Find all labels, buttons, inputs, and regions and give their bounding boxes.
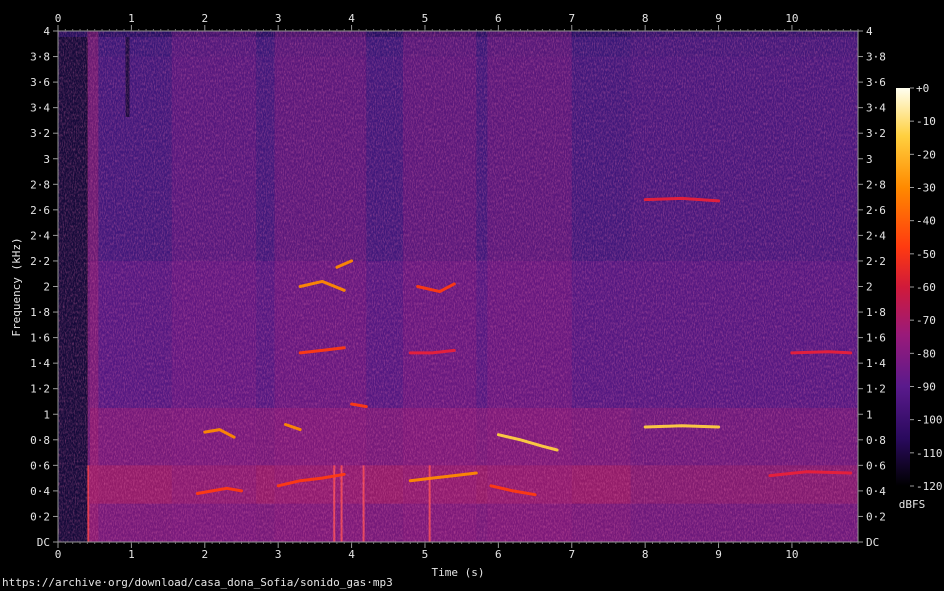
y-tick-label-right: 1·2 xyxy=(866,383,886,396)
x-tick-label-bottom: 5 xyxy=(422,548,429,561)
y-tick-label-left: 1 xyxy=(43,408,50,421)
y-tick-label-right: 0·8 xyxy=(866,434,886,447)
colorbar-tick-label: -60 xyxy=(916,281,936,294)
y-tick-label-left: DC xyxy=(37,536,50,549)
y-tick-label-left: 0·8 xyxy=(30,434,50,447)
y-tick-label-right: 1·4 xyxy=(866,357,886,370)
y-tick-label-right: 3·8 xyxy=(866,51,886,64)
colorbar-tick-label: -40 xyxy=(916,215,936,228)
x-tick-label-top: 10 xyxy=(785,12,798,25)
x-tick-label-bottom: 9 xyxy=(715,548,722,561)
x-axis-top: 0 1 2 3 4 5 6 7 8 9 10 xyxy=(55,12,859,31)
harmonic-trace xyxy=(790,350,853,355)
x-tick-label-top: 0 xyxy=(55,12,62,25)
x-tick-label-top: 2 xyxy=(201,12,208,25)
x-tick-label-bottom: 2 xyxy=(201,548,208,561)
y-tick-label-right: 2·2 xyxy=(866,255,886,268)
y-tick-label-left: 2·4 xyxy=(30,229,50,242)
y-tick-label-right: 1·6 xyxy=(866,332,886,345)
y-tick-label-left: 0·6 xyxy=(30,459,50,472)
x-axis-label: Time (s) xyxy=(432,566,485,579)
colorbar-tick-label: -80 xyxy=(916,347,936,360)
x-tick-label-bottom: 10 xyxy=(785,548,798,561)
y-tick-label-right: 0·2 xyxy=(866,510,886,523)
y-tick-label-left: 0·2 xyxy=(30,510,50,523)
x-tick-label-top: 4 xyxy=(348,12,355,25)
y-axis-left: DC 0·2 0·4 0·6 0·8 1 1·2 1·4 1·6 1·8 2 2·2 2·4 2·6 2·8… xyxy=(30,25,58,549)
colorbar-tick-label: -70 xyxy=(916,314,936,327)
colorbar-tick-label: -120 xyxy=(916,480,943,493)
spectrogram-chart: 0 1 2 3 4 5 6 7 8 9 10 0 1 2 3 4 5 6 7 8 9 10 DC 0·2 0·4 0·6 0·8… xyxy=(10,12,943,579)
y-tick-label-right: DC xyxy=(866,536,879,549)
y-tick-label-left: 1·2 xyxy=(30,383,50,396)
x-tick-label-bottom: 3 xyxy=(275,548,282,561)
source-url: https://archive·org/download/casa_dona_S… xyxy=(2,576,393,589)
harmonic-trace xyxy=(643,424,721,429)
colorbar-tick-label: -100 xyxy=(916,414,943,427)
x-tick-label-bottom: 4 xyxy=(348,548,355,561)
y-axis-label: Frequency (kHz) xyxy=(10,237,23,336)
y-tick-label-left: 1·4 xyxy=(30,357,50,370)
y-tick-label-left: 3·8 xyxy=(30,51,50,64)
y-axis-right: DC 0·2 0·4 0·6 0·8 1 1·2 1·4 1·6 1·8 2 2·2 2·4 2·6 2·8… xyxy=(858,25,886,549)
x-tick-label-bottom: 6 xyxy=(495,548,502,561)
y-tick-label-left: 1·8 xyxy=(30,306,50,319)
y-tick-label-left: 4 xyxy=(43,25,50,38)
y-tick-label-right: 0·4 xyxy=(866,485,886,498)
y-tick-label-right: 2·8 xyxy=(866,178,886,191)
colorbar-tick-label: -50 xyxy=(916,248,936,261)
x-axis-bottom: 0 1 2 3 4 5 6 7 8 9 10 xyxy=(55,542,859,561)
x-tick-label-bottom: 8 xyxy=(642,548,649,561)
x-tick-label-top: 8 xyxy=(642,12,649,25)
y-tick-label-right: 3 xyxy=(866,153,873,166)
colorbar-tick-label: -90 xyxy=(916,381,936,394)
colorbar-tick-label: -110 xyxy=(916,447,943,460)
y-tick-label-right: 1·8 xyxy=(866,306,886,319)
x-tick-label-bottom: 7 xyxy=(568,548,575,561)
x-tick-label-top: 5 xyxy=(422,12,429,25)
y-tick-label-right: 3·6 xyxy=(866,76,886,89)
y-tick-label-right: 1 xyxy=(866,408,873,421)
colorbar-tick-label: -10 xyxy=(916,115,936,128)
noise-texture xyxy=(58,31,858,542)
y-tick-label-left: 0·4 xyxy=(30,485,50,498)
x-tick-label-top: 7 xyxy=(568,12,575,25)
y-tick-label-right: 4 xyxy=(866,25,873,38)
y-tick-label-right: 2 xyxy=(866,281,873,294)
x-tick-label-top: 6 xyxy=(495,12,502,25)
colorbar xyxy=(896,88,910,486)
y-tick-label-right: 3·4 xyxy=(866,102,886,115)
colorbar-tick-label: -20 xyxy=(916,148,936,161)
colorbar-ticks: +0 -10 -20 -30 -40 -50 -60 -70 -80 -90 -100 -110 -12… xyxy=(910,82,943,493)
y-tick-label-left: 2·6 xyxy=(30,204,50,217)
x-tick-label-top: 1 xyxy=(128,12,135,25)
y-tick-label-left: 3·6 xyxy=(30,76,50,89)
y-tick-label-left: 3·4 xyxy=(30,102,50,115)
y-tick-label-left: 2·2 xyxy=(30,255,50,268)
y-tick-label-left: 1·6 xyxy=(30,332,50,345)
y-tick-label-left: 2 xyxy=(43,281,50,294)
y-tick-label-right: 0·6 xyxy=(866,459,886,472)
x-tick-label-bottom: 1 xyxy=(128,548,135,561)
y-tick-label-right: 3·2 xyxy=(866,127,886,140)
x-tick-label-top: 3 xyxy=(275,12,282,25)
y-tick-label-left: 2·8 xyxy=(30,178,50,191)
x-tick-label-top: 9 xyxy=(715,12,722,25)
colorbar-tick-label: -30 xyxy=(916,182,936,195)
y-tick-label-right: 2·6 xyxy=(866,204,886,217)
y-tick-label-left: 3 xyxy=(43,153,50,166)
y-tick-label-left: 3·2 xyxy=(30,127,50,140)
x-tick-label-bottom: 0 xyxy=(55,548,62,561)
colorbar-tick-label: +0 xyxy=(916,82,929,95)
y-tick-label-right: 2·4 xyxy=(866,229,886,242)
spectrogram-plot xyxy=(58,31,858,542)
colorbar-unit-label: dBFS xyxy=(899,498,926,511)
